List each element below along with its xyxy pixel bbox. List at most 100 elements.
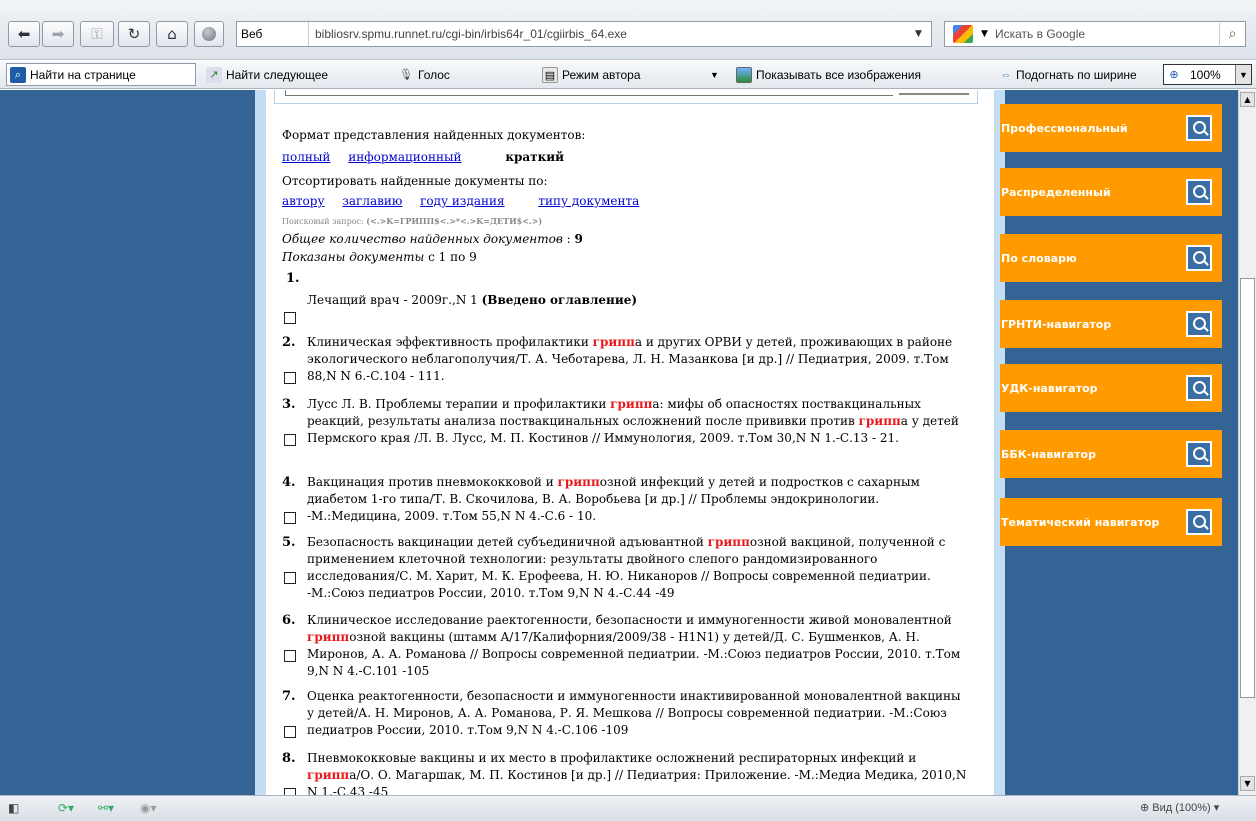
navigator-label: По словарю xyxy=(1001,251,1077,265)
result-checkbox[interactable] xyxy=(284,726,296,738)
result-checkbox[interactable] xyxy=(284,512,296,524)
format-label: Формат представления найденных документо… xyxy=(282,128,586,142)
sync-icon[interactable]: ⟳▾ xyxy=(58,801,74,815)
magnifier-icon[interactable] xyxy=(1186,441,1212,467)
total-count: Общее количество найденных документов : … xyxy=(282,232,583,246)
show-images-label: Показывать все изображения xyxy=(756,68,921,82)
magnifier-icon[interactable] xyxy=(1186,375,1212,401)
status-zoom[interactable]: ⊕ Вид (100%) ▾ xyxy=(1140,801,1219,814)
magnifier-icon[interactable] xyxy=(1186,245,1212,271)
navigator-thematic[interactable]: Тематический навигатор xyxy=(1000,498,1222,546)
search-results-panel: Формат представления найденных документо… xyxy=(266,90,994,795)
google-search-box[interactable]: ▼ Искать в Google ⌕ xyxy=(944,21,1246,47)
result-item: 5. Безопасность вакцинации детей субъеди… xyxy=(282,534,972,606)
result-checkbox[interactable] xyxy=(284,650,296,662)
result-item: 4. Вакцинация против пневмококковой и гр… xyxy=(282,474,972,528)
total-value: 9 xyxy=(574,232,583,246)
voice-button[interactable]: 🎙 Голос xyxy=(398,66,450,84)
navigator-label: УДК-навигатор xyxy=(1001,381,1098,395)
navigator-grnti[interactable]: ГРНТИ-навигатор xyxy=(1000,300,1222,348)
search-icon[interactable]: ⌕ xyxy=(1219,23,1245,45)
navigator-bbk[interactable]: ББК-навигатор xyxy=(1000,430,1222,478)
vertical-scrollbar[interactable]: ▲ ▼ xyxy=(1238,90,1256,795)
panel-toggle-icon[interactable]: ◧ xyxy=(8,801,19,815)
google-icon[interactable] xyxy=(945,23,981,45)
highlight: грипп xyxy=(557,475,600,489)
url-text[interactable]: bibliosrv.spmu.runnet.ru/cgi-bin/irbis64… xyxy=(309,27,915,41)
search-query: Поисковый запрос: (<.>K=ГРИПП$<.>*<.>K=Д… xyxy=(282,216,542,226)
forward-button[interactable]: ➡ xyxy=(42,21,74,47)
scroll-thumb[interactable] xyxy=(1240,278,1255,698)
magnifier-icon[interactable] xyxy=(1186,115,1212,141)
author-mode-label: Режим автора xyxy=(562,68,641,82)
result-number: 7. xyxy=(282,689,296,704)
result-checkbox[interactable] xyxy=(284,788,296,795)
find-next-label: Найти следующее xyxy=(226,68,329,82)
format-full-link[interactable]: полный xyxy=(282,150,330,164)
search-form-remnant xyxy=(274,90,978,104)
page-toolbar: ⌕ Найти на странице ↗ Найти следующее 🎙 Го… xyxy=(0,61,1256,89)
result-checkbox[interactable] xyxy=(284,372,296,384)
address-bar[interactable]: Веб bibliosrv.spmu.runnet.ru/cgi-bin/irb… xyxy=(236,21,932,47)
result-checkbox[interactable] xyxy=(284,312,296,324)
speed-dial-button[interactable] xyxy=(194,21,224,47)
back-button[interactable]: ⬅ xyxy=(8,21,40,47)
left-border-strip xyxy=(255,90,266,795)
zoom-select[interactable]: ⊕ 100% ▼ xyxy=(1163,64,1252,85)
sort-author-link[interactable]: автору xyxy=(282,194,325,208)
magnifier-icon[interactable] xyxy=(1186,509,1212,535)
magnifier-icon[interactable] xyxy=(1186,311,1212,337)
show-images-button[interactable]: Показывать все изображения xyxy=(736,66,921,84)
share-icon[interactable]: ⚯▾ xyxy=(98,801,114,815)
find-on-page-field[interactable]: ⌕ Найти на странице xyxy=(6,63,196,86)
home-button[interactable]: ⌂ xyxy=(156,21,188,47)
microphone-icon: 🎙 xyxy=(399,69,413,81)
result-number: 1. xyxy=(286,271,300,286)
web-label: Веб xyxy=(241,27,263,41)
chevron-down-icon[interactable]: ▼ xyxy=(915,29,931,39)
home-icon: ⌂ xyxy=(167,25,177,43)
navigator-distributed[interactable]: Распределенный xyxy=(1000,168,1222,216)
find-next-button[interactable]: ↗ Найти следующее xyxy=(206,66,328,84)
sort-type-link[interactable]: типу документа xyxy=(538,194,639,208)
author-mode-icon: ▤ xyxy=(542,67,558,83)
highlight: грипп xyxy=(707,535,750,549)
sort-title-link[interactable]: заглавию xyxy=(342,194,402,208)
navigator-dictionary[interactable]: По словарю xyxy=(1000,234,1222,282)
navigator-professional[interactable]: Профессиональный xyxy=(1000,104,1222,152)
total-label: Общее количество найденных документов xyxy=(282,232,563,246)
result-text: Пневмококковые вакцины и их место в проф… xyxy=(307,751,967,795)
result-number: 6. xyxy=(282,613,296,628)
fit-width-label: Подогнать по ширине xyxy=(1016,68,1137,82)
scroll-down-arrow-icon[interactable]: ▼ xyxy=(1240,776,1255,791)
scroll-up-arrow-icon[interactable]: ▲ xyxy=(1240,92,1255,107)
refresh-button[interactable]: ↻ xyxy=(118,21,150,47)
chevron-down-icon[interactable]: ▼ xyxy=(981,29,993,39)
highlight: грипп xyxy=(592,335,635,349)
navigator-label: Профессиональный xyxy=(1001,121,1128,135)
search-input[interactable]: Искать в Google xyxy=(993,27,1219,41)
format-selected: краткий xyxy=(505,150,565,164)
author-mode-dropdown[interactable]: ▼ xyxy=(710,66,719,84)
key-icon: ⚿ xyxy=(91,25,103,43)
shown-label: Показаны документы xyxy=(282,250,425,264)
search-button-remnant xyxy=(899,90,969,95)
wand-button[interactable]: ⚿ xyxy=(80,21,114,47)
navigator-udk[interactable]: УДК-навигатор xyxy=(1000,364,1222,412)
result-text: Лусс Л. В. Проблемы терапии и профилакти… xyxy=(307,397,959,445)
sort-year-link[interactable]: году издания xyxy=(420,194,504,208)
navigator-label: Распределенный xyxy=(1001,185,1111,199)
author-mode-button[interactable]: ▤ Режим автора xyxy=(542,66,641,84)
result-item: 3. Лусс Л. В. Проблемы терапии и профила… xyxy=(282,396,972,466)
content-blocker-icon[interactable]: ◉▾ xyxy=(140,801,157,815)
navigator-label: ББК-навигатор xyxy=(1001,447,1096,461)
format-info-link[interactable]: информационный xyxy=(348,150,461,164)
magnifier-icon[interactable] xyxy=(1186,179,1212,205)
fit-width-button[interactable]: ⇔ Подогнать по ширине xyxy=(1000,66,1137,84)
chevron-down-icon[interactable]: ▼ xyxy=(1235,65,1251,84)
result-checkbox[interactable] xyxy=(284,434,296,446)
refresh-icon: ↻ xyxy=(127,25,141,43)
zoom-icon: ⊕ xyxy=(1169,68,1179,81)
zoom-value: 100% xyxy=(1190,67,1221,82)
result-checkbox[interactable] xyxy=(284,572,296,584)
